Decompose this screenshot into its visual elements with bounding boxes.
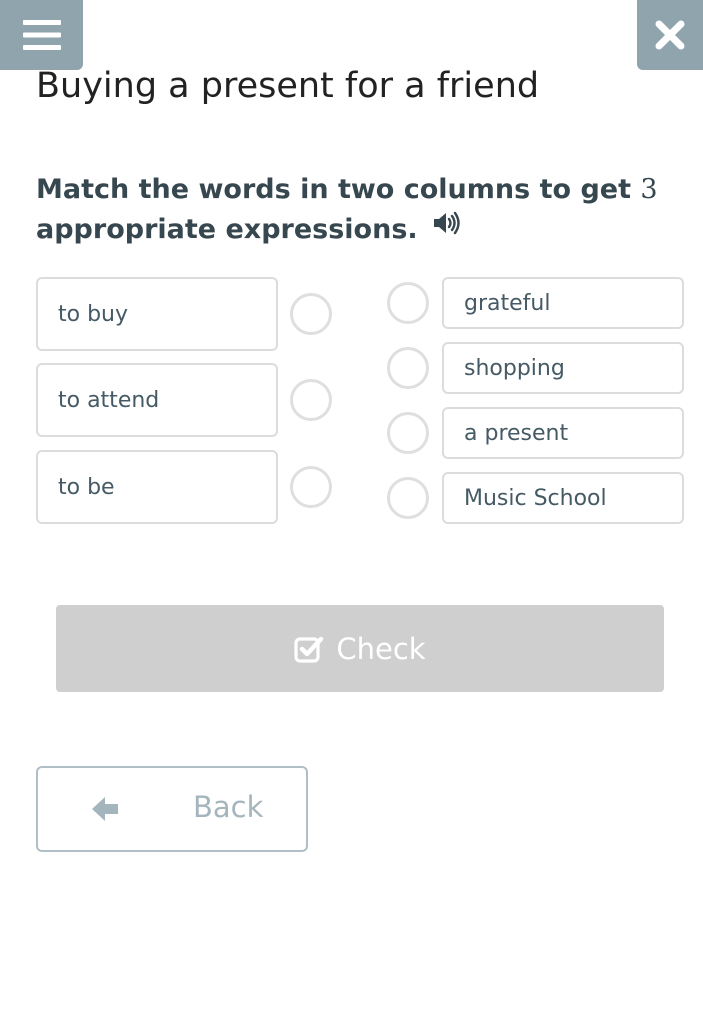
instruction-text-end: appropriate expressions. (36, 214, 418, 245)
left-item-label: to buy (58, 301, 129, 327)
right-item-shopping[interactable]: shopping (442, 342, 684, 394)
right-item-music-school[interactable]: Music School (442, 472, 684, 524)
close-button[interactable] (637, 0, 703, 70)
right-item-label: shopping (464, 355, 565, 381)
right-item-a-present[interactable]: a present (442, 407, 684, 459)
check-button-label: Check (336, 631, 426, 666)
right-item-label: a present (464, 420, 569, 446)
right-radio-4[interactable] (387, 477, 429, 519)
instruction-text-start: Match the words in two columns to get (36, 174, 641, 205)
hamburger-menu-icon (22, 20, 61, 50)
speaker-icon[interactable] (432, 208, 460, 248)
left-radio-1[interactable] (290, 293, 332, 335)
back-button-label: Back (193, 790, 264, 824)
page-title: Buying a present for a friend (36, 66, 540, 106)
left-radio-3[interactable] (290, 466, 332, 508)
left-item-to-attend[interactable]: to attend (36, 363, 278, 437)
instruction-number: 3 (640, 174, 658, 205)
left-radio-2[interactable] (290, 379, 332, 421)
right-item-label: grateful (464, 290, 551, 316)
arrow-left-icon (90, 794, 120, 828)
right-radio-2[interactable] (387, 347, 429, 389)
right-item-label: Music School (464, 485, 607, 511)
right-item-grateful[interactable]: grateful (442, 277, 684, 329)
back-button[interactable]: Back (36, 766, 308, 852)
left-item-label: to be (58, 474, 115, 500)
menu-button[interactable] (0, 0, 83, 70)
right-radio-1[interactable] (387, 282, 429, 324)
left-item-to-buy[interactable]: to buy (36, 277, 278, 351)
left-item-label: to attend (58, 387, 160, 413)
close-icon (655, 20, 685, 50)
left-item-to-be[interactable]: to be (36, 450, 278, 524)
task-instruction: Match the words in two columns to get 3 … (36, 170, 666, 250)
checkbox-check-icon (294, 635, 324, 663)
right-radio-3[interactable] (387, 412, 429, 454)
check-button[interactable]: Check (56, 605, 664, 692)
